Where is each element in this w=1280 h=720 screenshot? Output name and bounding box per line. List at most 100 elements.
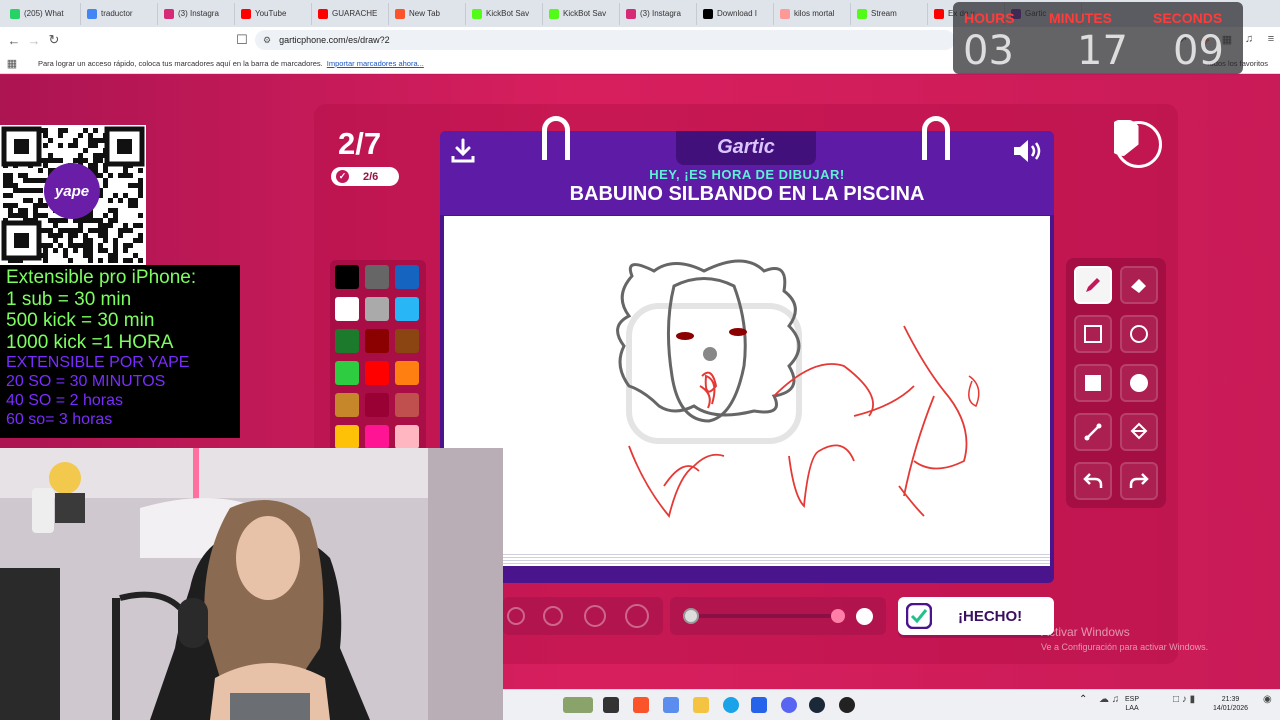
bucket-icon — [1130, 422, 1148, 440]
back-icon[interactable]: ← — [4, 30, 24, 50]
browser-tab[interactable]: New Tab — [389, 2, 466, 25]
url-bar[interactable]: ⚙ garticphone.com/es/draw?2 — [255, 30, 955, 50]
clock-date: 14/01/2026 — [1213, 705, 1249, 712]
site-info-icon[interactable]: ⚙ — [263, 35, 271, 46]
brush-size-3[interactable] — [584, 605, 606, 627]
volume-icon[interactable] — [1011, 137, 1045, 165]
copilot-icon[interactable] — [663, 697, 679, 713]
forward-icon[interactable]: → — [24, 30, 44, 50]
brave-icon[interactable] — [633, 697, 649, 713]
color-swatch[interactable] — [365, 425, 389, 449]
menu-icon[interactable]: ≡ — [1262, 30, 1280, 48]
color-swatch[interactable] — [395, 265, 419, 289]
rectangle-tool[interactable] — [1074, 315, 1112, 353]
color-swatch[interactable] — [395, 297, 419, 321]
browser-tab[interactable]: KickBot Sav — [466, 2, 543, 25]
undo-tool[interactable] — [1074, 462, 1112, 500]
browser-tab[interactable]: YouTube — [235, 2, 312, 25]
book-ring-right — [922, 116, 950, 160]
browser-tab[interactable]: Download I — [697, 2, 774, 25]
browser-tab[interactable]: KickBot Sav — [543, 2, 620, 25]
sub-round-badge: ✓ 2/6 — [331, 167, 399, 186]
import-bookmarks-link[interactable]: Importar marcadores ahora... — [327, 59, 424, 68]
browser-tab[interactable]: (205) What — [4, 2, 81, 25]
color-swatch[interactable] — [335, 297, 359, 321]
steam-icon[interactable] — [809, 697, 825, 713]
color-swatch[interactable] — [365, 361, 389, 385]
reload-icon[interactable]: ↻ — [44, 30, 64, 50]
slider-start-knob[interactable] — [683, 608, 699, 624]
slider-max-knob[interactable] — [856, 608, 873, 625]
filled-rectangle-tool[interactable] — [1074, 364, 1112, 402]
filled-ellipse-tool[interactable] — [1120, 364, 1158, 402]
color-swatch[interactable] — [395, 361, 419, 385]
ellipse-tool[interactable] — [1120, 315, 1158, 353]
small-scribble — [968, 375, 980, 407]
line-tool[interactable] — [1074, 413, 1112, 451]
extension-info-panel: Extensible pro iPhone: 1 sub = 30 min 500 … — [0, 265, 240, 438]
book-pages-edge — [500, 552, 1050, 566]
tab-favicon-icon — [626, 8, 636, 19]
color-swatch[interactable] — [395, 425, 419, 449]
tab-label: (3) Instagra — [640, 9, 681, 18]
download-icon[interactable] — [449, 137, 477, 165]
clock-time: 21:39 — [1221, 696, 1240, 703]
opacity-slider[interactable] — [670, 597, 886, 635]
tray-icons[interactable]: ☁ ♫ — [1099, 695, 1119, 705]
redo-tool[interactable] — [1120, 462, 1158, 500]
eraser-tool[interactable] — [1120, 266, 1158, 304]
color-swatch[interactable] — [335, 265, 359, 289]
color-swatch[interactable] — [335, 393, 359, 417]
color-swatch[interactable] — [395, 393, 419, 417]
file-explorer-icon[interactable] — [693, 697, 709, 713]
pen-tool[interactable] — [1074, 266, 1112, 304]
windows-taskbar: ⌃ ☁ ♫ ESP LAA □ ♪ ▮ 21:39 14/01/2026 ◉ — [503, 689, 1280, 720]
stream-timer: HOURS 03 MINUTES 17 SECONDS 09 — [953, 2, 1243, 74]
store-icon[interactable] — [751, 697, 767, 713]
brush-size-4[interactable] — [625, 604, 649, 628]
brush-size-2[interactable] — [543, 606, 563, 626]
brush-size-1[interactable] — [507, 607, 525, 625]
tray-chevron-icon[interactable]: ⌃ — [1079, 695, 1087, 705]
discord-icon[interactable] — [781, 697, 797, 713]
taskbar-app-scenery[interactable] — [563, 697, 593, 713]
color-swatch[interactable] — [365, 297, 389, 321]
activate-windows-watermark: Activar Windows Ve a Configuración para … — [1041, 625, 1208, 652]
color-swatch[interactable] — [365, 265, 389, 289]
tab-label: (205) What — [24, 9, 64, 18]
color-swatch[interactable] — [365, 393, 389, 417]
drawing-prompt: BABUINO SILBANDO EN LA PISCINA — [569, 183, 925, 205]
browser-tab[interactable]: traductor — [81, 2, 158, 25]
activate-title: Activar Windows — [1041, 625, 1130, 639]
obs-icon[interactable] — [839, 697, 855, 713]
done-label: ¡HECHO! — [958, 607, 1023, 625]
drawing-canvas[interactable] — [444, 216, 1050, 563]
edge-icon[interactable] — [723, 697, 739, 713]
clock[interactable]: 21:39 14/01/2026 — [1213, 695, 1248, 713]
browser-tab[interactable]: (3) Instagra — [158, 2, 235, 25]
browser-tab[interactable]: GUARACHE — [312, 2, 389, 25]
apps-grid-icon[interactable]: ▦ — [0, 57, 24, 70]
browser-tab[interactable]: Stream — [851, 2, 928, 25]
redo-icon — [1129, 473, 1149, 488]
task-view-icon[interactable] — [603, 697, 619, 713]
slider-track — [690, 614, 840, 618]
language-indicator[interactable]: ESP LAA — [1125, 695, 1139, 713]
done-button[interactable]: ¡HECHO! — [898, 597, 1054, 635]
bookmark-icon[interactable]: ☐ — [232, 30, 252, 50]
browser-tab[interactable]: kilos mortal — [774, 2, 851, 25]
gartic-logo: Gartic — [717, 136, 775, 158]
color-swatch[interactable] — [335, 425, 359, 449]
color-swatch[interactable] — [335, 329, 359, 353]
notification-icon[interactable]: ◉ — [1263, 695, 1272, 705]
webcam-scene — [0, 448, 503, 720]
hours-label: HOURS — [964, 10, 1015, 26]
extension-rule-line: 1000 kick =1 HORA — [6, 331, 174, 353]
color-swatch[interactable] — [335, 361, 359, 385]
mouth-scribble — [699, 371, 718, 409]
browser-tab[interactable]: (3) Instagra — [620, 2, 697, 25]
color-swatch[interactable] — [365, 329, 389, 353]
system-icons[interactable]: □ ♪ ▮ — [1173, 695, 1195, 705]
fill-tool[interactable] — [1120, 413, 1158, 451]
color-swatch[interactable] — [395, 329, 419, 353]
